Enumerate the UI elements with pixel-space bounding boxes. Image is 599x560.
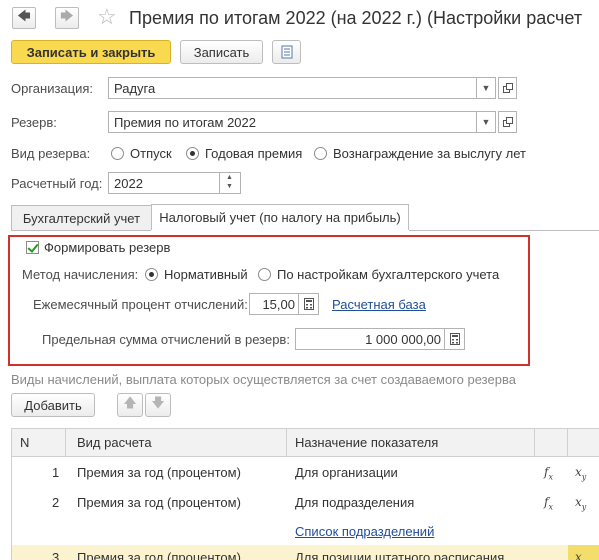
tab-divider xyxy=(11,230,151,231)
reserve-dropdown-button[interactable]: ▼ xyxy=(476,111,496,133)
open-window-icon xyxy=(502,83,513,93)
reserve-field[interactable]: Премия по итогам 2022 xyxy=(108,111,477,133)
add-button[interactable]: Добавить xyxy=(11,393,95,417)
table-row-selected[interactable]: 3 Премия за год (процентом) Для позиции … xyxy=(12,545,599,560)
open-window-icon xyxy=(502,117,513,127)
column-separator xyxy=(534,429,535,456)
departments-list-link[interactable]: Список подразделений xyxy=(295,524,434,539)
limit-label: Предельная сумма отчислений в резерв: xyxy=(42,332,290,347)
accruals-caption: Виды начислений, выплата которых осущест… xyxy=(11,372,516,387)
year-stepper[interactable]: ▲ ▼ xyxy=(219,172,241,194)
column-header-n[interactable]: N xyxy=(20,435,29,450)
column-separator xyxy=(286,429,287,456)
chevron-down-icon: ▼ xyxy=(481,117,491,127)
column-separator xyxy=(65,429,66,456)
table-row[interactable]: 2 Премия за год (процентом) Для подразде… xyxy=(12,487,599,543)
year-label: Расчетный год: xyxy=(11,176,103,191)
formula-icon[interactable]: fx xyxy=(544,495,553,511)
reserve-type-vacation-radio[interactable] xyxy=(111,147,124,160)
organization-field[interactable]: Радуга xyxy=(108,77,477,99)
row-calc-type: Премия за год (процентом) xyxy=(77,495,241,510)
column-separator xyxy=(567,429,568,456)
variable-xy-icon[interactable]: xy xyxy=(575,495,586,511)
reserve-type-annual-bonus-radio[interactable] xyxy=(186,147,199,160)
method-label: Метод начисления: xyxy=(22,267,139,282)
table-header: N Вид расчета Назначение показателя xyxy=(12,429,599,457)
column-header-purpose[interactable]: Назначение показателя xyxy=(295,435,438,450)
monthly-percent-calculator-button[interactable] xyxy=(298,293,319,315)
row-purpose: Для организации xyxy=(295,465,398,480)
row-calc-type: Премия за год (процентом) xyxy=(77,465,241,480)
formula-icon[interactable]: fx xyxy=(544,465,553,481)
calculator-icon xyxy=(303,298,314,310)
move-down-button[interactable]: 🡇 xyxy=(145,393,171,417)
save-and-close-button[interactable]: Записать и закрыть xyxy=(11,40,171,64)
method-accounting-label[interactable]: По настройкам бухгалтерского учета xyxy=(277,267,499,282)
calculator-icon xyxy=(449,333,460,345)
report-button[interactable] xyxy=(272,40,301,64)
arrow-down-icon: 🡇 xyxy=(151,395,165,410)
variable-xy-icon[interactable]: xy xyxy=(575,465,586,481)
limit-calculator-button[interactable] xyxy=(444,328,465,350)
organization-open-button[interactable] xyxy=(498,77,517,99)
arrow-right-icon: 🡆 xyxy=(60,8,74,23)
monthly-percent-field[interactable]: 15,00 xyxy=(249,293,299,315)
document-list-icon xyxy=(281,45,292,59)
window-title: Премия по итогам 2022 (на 2022 г.) (Наст… xyxy=(129,8,583,28)
favorite-star-icon[interactable]: ☆ xyxy=(97,5,117,29)
arrow-up-icon: 🡅 xyxy=(123,395,137,410)
tab-tax-accounting[interactable]: Налоговый учет (по налогу на прибыль) xyxy=(151,204,409,230)
reserve-type-annual-bonus-label[interactable]: Годовая премия xyxy=(205,146,302,161)
forward-button[interactable]: 🡆 xyxy=(55,7,79,29)
row-purpose: Для подразделения xyxy=(295,495,415,510)
reserve-type-long-service-radio[interactable] xyxy=(314,147,327,160)
form-reserve-label[interactable]: Формировать резерв xyxy=(44,240,170,255)
method-accounting-radio[interactable] xyxy=(258,268,271,281)
method-normative-label[interactable]: Нормативный xyxy=(164,267,248,282)
table-row[interactable]: 1 Премия за год (процентом) Для организа… xyxy=(12,457,599,487)
reserve-type-long-service-label[interactable]: Вознаграждение за выслугу лет xyxy=(333,146,526,161)
stepper-up-icon[interactable]: ▲ xyxy=(226,174,233,181)
calculation-base-link[interactable]: Расчетная база xyxy=(332,297,426,312)
back-button[interactable]: 🡄 xyxy=(12,7,36,29)
limit-field[interactable]: 1 000 000,00 xyxy=(295,328,445,350)
form-reserve-checkbox[interactable] xyxy=(26,241,39,254)
reserve-open-button[interactable] xyxy=(498,111,517,133)
organization-label: Организация: xyxy=(11,81,94,96)
move-up-button[interactable]: 🡅 xyxy=(117,393,143,417)
reserve-type-label: Вид резерва: xyxy=(11,146,91,161)
method-normative-radio[interactable] xyxy=(145,268,158,281)
arrow-left-icon: 🡄 xyxy=(17,8,31,23)
column-header-calc[interactable]: Вид расчета xyxy=(77,435,152,450)
tab-accounting[interactable]: Бухгалтерский учет xyxy=(11,205,152,230)
reserve-type-vacation-label[interactable]: Отпуск xyxy=(130,146,172,161)
row-number: 2 xyxy=(52,495,60,510)
organization-dropdown-button[interactable]: ▼ xyxy=(476,77,496,99)
monthly-percent-label: Ежемесячный процент отчислений: xyxy=(33,297,248,312)
year-field[interactable]: 2022 xyxy=(108,172,220,194)
accruals-table[interactable]: N Вид расчета Назначение показателя 1 Пр… xyxy=(11,428,599,560)
chevron-down-icon: ▼ xyxy=(481,83,491,93)
save-button[interactable]: Записать xyxy=(180,40,263,64)
row-number: 1 xyxy=(52,465,60,480)
tab-divider-right xyxy=(409,230,599,231)
stepper-down-icon[interactable]: ▼ xyxy=(226,183,233,190)
reserve-label: Резерв: xyxy=(11,115,57,130)
